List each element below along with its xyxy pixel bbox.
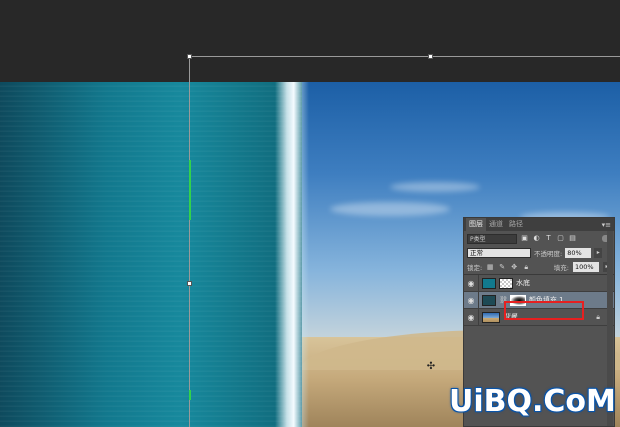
layer-name[interactable]: 水底 xyxy=(516,278,530,288)
lock-all-icon[interactable]: 🔒︎ xyxy=(522,263,530,271)
tab-layers[interactable]: 图层 xyxy=(466,218,486,231)
guide-mark xyxy=(189,160,191,220)
color-fill-thumbnail[interactable] xyxy=(482,294,496,306)
adjustment-filter-icon[interactable]: ◐ xyxy=(532,234,541,243)
tab-channels[interactable]: 通道 xyxy=(486,218,506,231)
blend-mode-select[interactable]: 正常 xyxy=(467,248,531,258)
visibility-eye-icon[interactable]: ◉ xyxy=(464,279,478,288)
lock-transparent-icon[interactable]: ▦ xyxy=(486,263,494,271)
fill-label: 填充: xyxy=(553,264,569,272)
panel-tabs: 图层 通道 路径 ▾≡ xyxy=(464,218,614,231)
opacity-input[interactable]: 80% xyxy=(565,248,592,258)
tab-paths[interactable]: 路径 xyxy=(506,218,526,231)
crosshair-cursor-icon: ✣ xyxy=(426,361,436,372)
watermark-logo: UiBQ.CoM xyxy=(449,384,616,419)
lock-move-icon[interactable]: ✥ xyxy=(510,263,518,271)
lock-row: 锁定: ▦ ✎ ✥ 🔒︎ 填充: 100% ▸ xyxy=(464,260,614,275)
water-area xyxy=(0,82,302,427)
panel-menu-icon[interactable]: ▾≡ xyxy=(602,221,611,229)
transform-box-left-edge[interactable] xyxy=(189,56,190,427)
opacity-dropdown-icon[interactable]: ▸ xyxy=(594,248,603,258)
guide-mark xyxy=(189,390,191,400)
transform-box-top-edge[interactable] xyxy=(189,56,620,57)
smart-object-filter-icon[interactable]: ▤ xyxy=(568,234,577,243)
lock-brush-icon[interactable]: ✎ xyxy=(498,263,506,271)
layer-row-water[interactable]: ◉ 水底 xyxy=(464,275,614,292)
visibility-eye-icon[interactable]: ◉ xyxy=(464,296,478,305)
blend-row: 正常 不透明度: 80% ▸ xyxy=(464,246,614,260)
layer-thumbnail xyxy=(482,277,496,289)
transform-handle-left-middle[interactable] xyxy=(187,281,192,286)
layer-mask-thumbnail[interactable] xyxy=(499,277,513,289)
lock-icon: 🔒︎ xyxy=(596,312,600,321)
transform-handle-top-left[interactable] xyxy=(187,54,192,59)
filter-kind-select[interactable]: P类型 xyxy=(467,233,517,244)
transform-handle-top-middle[interactable] xyxy=(428,54,433,59)
layer-filter-row: P类型 ▣ ◐ T ▢ ▤ xyxy=(464,231,614,246)
shape-filter-icon[interactable]: ▢ xyxy=(556,234,565,243)
layer-separator xyxy=(478,275,479,291)
pixel-filter-icon[interactable]: ▣ xyxy=(520,234,529,243)
type-filter-icon[interactable]: T xyxy=(544,234,553,243)
layer-separator xyxy=(478,309,479,325)
fill-input[interactable]: 100% xyxy=(573,262,599,272)
layer-thumbnail xyxy=(482,311,500,323)
visibility-eye-icon[interactable]: ◉ xyxy=(464,313,478,322)
opacity-label: 不透明度: xyxy=(534,250,563,258)
cloud xyxy=(390,182,480,192)
cloud xyxy=(330,202,450,216)
workspace: ✣ 图层 通道 路径 ▾≡ P类型 ▣ ◐ T ▢ ▤ 正常 不透明度: 80%… xyxy=(0,0,620,427)
highlight-annotation-box xyxy=(504,301,584,320)
lock-label: 锁定: xyxy=(467,264,483,272)
wave-foam xyxy=(275,82,309,427)
layer-separator xyxy=(478,292,479,308)
